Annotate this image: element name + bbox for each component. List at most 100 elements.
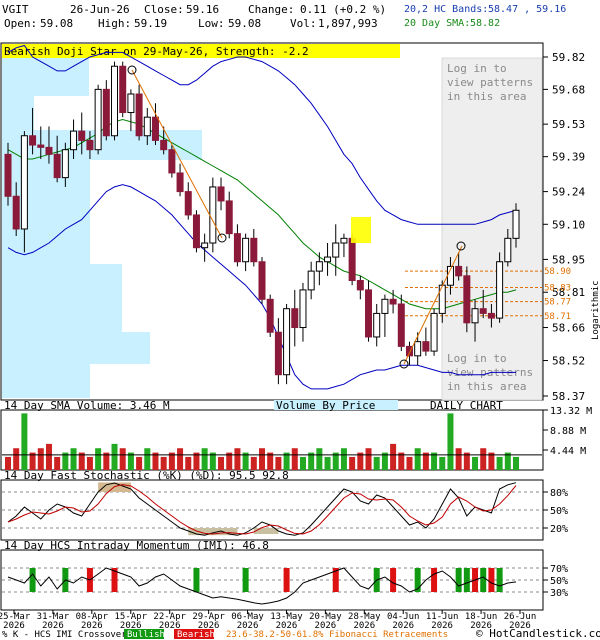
bear-candle bbox=[29, 135, 37, 146]
login-line-3b: in this area bbox=[447, 380, 526, 393]
volume-bar bbox=[201, 448, 208, 470]
volume-bar bbox=[136, 456, 143, 470]
bull-candle bbox=[61, 149, 69, 179]
bear-candle bbox=[184, 191, 192, 216]
low-label: Low: bbox=[198, 17, 225, 30]
price-tick-label: 59.82 bbox=[552, 51, 585, 64]
bear-candle bbox=[348, 237, 356, 282]
volume-bar bbox=[86, 456, 93, 470]
bear-candle bbox=[455, 265, 463, 277]
bear-candle bbox=[192, 214, 200, 249]
bear-candle bbox=[45, 146, 53, 155]
imi-tick-label: 70% bbox=[550, 564, 568, 575]
volume-tick-label: 8.88 M bbox=[550, 426, 586, 437]
volume-bar bbox=[21, 413, 28, 470]
volume-bar bbox=[291, 448, 298, 470]
vbp-bar bbox=[2, 364, 90, 398]
change-label: Change: bbox=[248, 3, 294, 16]
bull-candle bbox=[127, 93, 135, 114]
bull-candle bbox=[340, 237, 348, 244]
volume-by-price-label: Volume By Price bbox=[276, 399, 375, 412]
bull-candle bbox=[504, 237, 512, 263]
stochastic-label: 14 Day Fast Stochastic (%K) (%D): 95.5 9… bbox=[4, 469, 289, 482]
login-overlay bbox=[441, 57, 543, 401]
price-tick-label: 58.52 bbox=[552, 355, 585, 368]
volume-bar bbox=[234, 448, 241, 470]
bear-candle bbox=[397, 303, 405, 347]
bear-candle bbox=[102, 88, 110, 137]
momentum-label: 14 Day HCS Intraday Momentum (IMI): 46.8 bbox=[4, 539, 269, 552]
volume-bar bbox=[324, 456, 331, 470]
bear-candle bbox=[463, 275, 471, 324]
bull-candle bbox=[299, 289, 307, 329]
bear-candle bbox=[4, 153, 12, 197]
volume-by-price-bars bbox=[2, 58, 202, 398]
imi-tick-label: 50% bbox=[550, 576, 568, 587]
volume-bar bbox=[45, 443, 52, 470]
volume-bar bbox=[513, 456, 519, 470]
high-label: High: bbox=[98, 17, 131, 30]
price-tick-label: 58.95 bbox=[552, 253, 585, 266]
bear-candle bbox=[225, 200, 233, 235]
login-line-3: in this area bbox=[447, 90, 526, 103]
open-label: Open: bbox=[4, 17, 37, 30]
vbp-bar bbox=[2, 332, 150, 364]
daily-chart-label: DAILY CHART bbox=[430, 399, 503, 412]
bull-candle bbox=[20, 135, 28, 230]
bullish-badge: Bullish bbox=[127, 630, 165, 640]
bear-candle bbox=[12, 195, 20, 230]
volume-bar bbox=[218, 456, 225, 470]
volume-sma-label: 14 Day SMA Volume: 3.46 M bbox=[4, 399, 170, 412]
bull-candle bbox=[414, 341, 422, 357]
volume-bar bbox=[373, 456, 380, 470]
volume-bar bbox=[496, 456, 503, 470]
volume-bar bbox=[365, 448, 372, 470]
vol-value: 1,897,993 bbox=[318, 17, 378, 30]
stoch-tick-label: 50% bbox=[550, 506, 568, 517]
volume-bar bbox=[349, 456, 356, 470]
high-value: 59.19 bbox=[134, 17, 167, 30]
low-value: 59.08 bbox=[228, 17, 261, 30]
bear-candle bbox=[487, 312, 495, 319]
crossover-label: % K - HCS IMI Crossover: bbox=[2, 630, 132, 640]
close-value: 59.16 bbox=[186, 3, 219, 16]
bear-candle bbox=[291, 308, 299, 329]
price-tick-label: 59.39 bbox=[552, 151, 585, 164]
bull-candle bbox=[143, 116, 151, 137]
bear-candle bbox=[422, 341, 430, 352]
bull-candle bbox=[94, 88, 102, 151]
volume-bar bbox=[95, 448, 102, 470]
pattern-banner: Bearish Doji Star on 29-May-26, Strength… bbox=[4, 45, 309, 58]
open-value: 59.08 bbox=[40, 17, 73, 30]
sma-label: 20 Day SMA: bbox=[404, 18, 470, 29]
stoch-tick-label: 20% bbox=[550, 524, 568, 535]
bear-candle bbox=[274, 331, 282, 376]
fib-legend: 23.6-38.2-50-61.8% Fibonacci Retracement… bbox=[226, 630, 448, 640]
volume-bars: 13.32 M 8.88 M 4.44 M bbox=[2, 406, 592, 470]
fib-level-label: 58.83 bbox=[544, 284, 571, 294]
volume-bar bbox=[119, 448, 126, 470]
bear-candle bbox=[217, 186, 225, 202]
bear-candle bbox=[168, 149, 176, 174]
bearish-crossover-bar bbox=[390, 568, 397, 592]
bull-candle bbox=[332, 242, 340, 258]
close-label: Close: bbox=[144, 3, 184, 16]
bull-candle bbox=[496, 261, 504, 319]
ticker: VGIT bbox=[2, 3, 29, 16]
stochastic-lines: 80% 50% 20% bbox=[2, 482, 568, 536]
bullish-crossover-bar bbox=[455, 568, 462, 592]
bearish-crossover-bar bbox=[283, 568, 290, 592]
bands-value: 58.47 , 59.16 bbox=[488, 4, 566, 15]
bullish-crossover-bar bbox=[193, 568, 200, 592]
bear-candle bbox=[176, 172, 184, 193]
bullish-crossover-bar bbox=[463, 568, 470, 592]
momentum-panel: 70%50%30% bbox=[2, 564, 568, 605]
volume-bar bbox=[480, 448, 487, 470]
vol-label: Vol: bbox=[290, 17, 317, 30]
volume-bar bbox=[5, 456, 11, 470]
volume-tick-label: 13.32 M bbox=[550, 406, 592, 417]
bull-candle bbox=[201, 242, 209, 249]
fib-level-label: 58.77 bbox=[544, 298, 571, 308]
bull-candle bbox=[512, 209, 520, 239]
bull-candle bbox=[471, 308, 479, 324]
